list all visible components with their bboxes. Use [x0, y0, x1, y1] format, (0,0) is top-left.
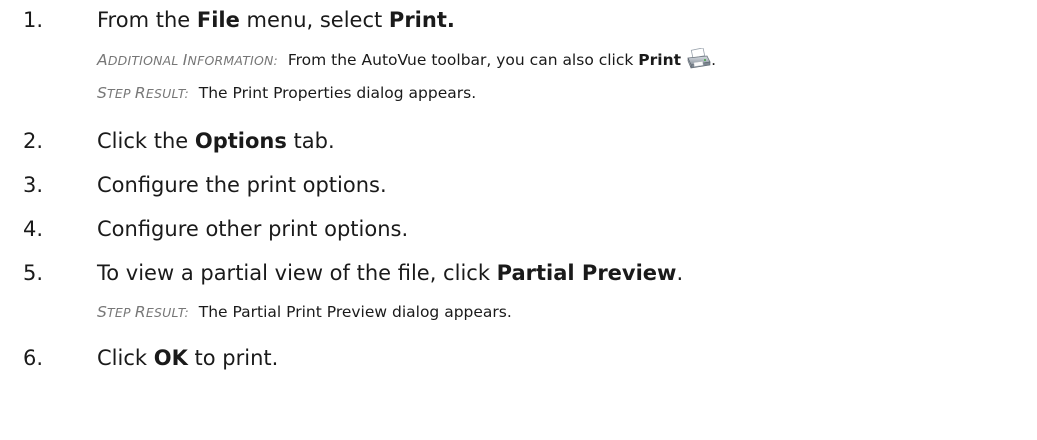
- step-text: Click OK to print.: [97, 343, 278, 373]
- step-text-part: to print.: [187, 346, 279, 370]
- step-text-part: menu, select: [239, 8, 389, 32]
- label-cap: R: [134, 84, 146, 102]
- label-rest: TEP: [107, 305, 135, 320]
- print-button-label: Print: [638, 51, 682, 69]
- additional-information: ADDITIONAL INFORMATION: From the AutoVue…: [97, 47, 716, 72]
- step-result-label: STEP RESULT:: [97, 303, 189, 321]
- step-text-part: Click: [97, 346, 154, 370]
- step-text-part: To view a partial view of the file, clic…: [97, 261, 497, 285]
- label-rest: DDITIONAL: [107, 53, 183, 68]
- printer-icon: [685, 47, 711, 70]
- label-cap: S: [97, 84, 108, 102]
- step-result: STEP RESULT: The Print Properties dialog…: [97, 81, 476, 105]
- step-result: STEP RESULT: The Partial Print Preview d…: [97, 300, 512, 324]
- file-menu-label: File: [196, 8, 240, 32]
- step-number: 4.: [23, 217, 44, 241]
- partial-preview-label: Partial Preview: [496, 261, 677, 285]
- label-cap: R: [134, 303, 146, 321]
- step-result-value: The Print Properties dialog appears.: [198, 84, 477, 102]
- step-text-part: From the: [97, 8, 197, 32]
- step-text-part: .: [676, 261, 684, 285]
- label-cap: S: [97, 303, 108, 321]
- step-number: 2.: [23, 129, 44, 153]
- step-number: 3.: [23, 173, 44, 197]
- additional-information-label: ADDITIONAL INFORMATION:: [97, 51, 278, 69]
- step-number: 6.: [23, 346, 44, 370]
- step-result-value: The Partial Print Preview dialog appears…: [198, 303, 512, 321]
- label-rest: NFORMATION:: [187, 53, 278, 68]
- step-text: From the File menu, select Print.: [97, 5, 455, 35]
- print-command-label: Print.: [388, 8, 455, 32]
- additional-text-part: From the AutoVue toolbar, you can also c…: [287, 51, 639, 69]
- step-result-text: The Print Properties dialog appears.: [194, 84, 476, 102]
- step-text-part: tab.: [286, 129, 335, 153]
- step-text-part: Click the: [97, 129, 195, 153]
- step-number: 5.: [23, 261, 44, 285]
- step-number: 1.: [23, 8, 44, 32]
- step-text: Configure other print options.: [97, 217, 409, 241]
- step-text: Configure the print options.: [97, 173, 387, 197]
- label-rest: ESULT:: [145, 305, 189, 320]
- ok-button-label: OK: [153, 346, 188, 370]
- label-cap: A: [97, 51, 108, 69]
- label-rest: ESULT:: [145, 86, 189, 101]
- step-result-label: STEP RESULT:: [97, 84, 189, 102]
- label-rest: TEP: [107, 86, 135, 101]
- additional-text-part: .: [711, 51, 716, 69]
- step-text: Click the Options tab.: [97, 126, 335, 156]
- step-text: To view a partial view of the file, clic…: [97, 258, 683, 288]
- step-result-text: The Partial Print Preview dialog appears…: [194, 303, 512, 321]
- options-tab-label: Options: [194, 129, 287, 153]
- additional-information-text: From the AutoVue toolbar, you can also c…: [283, 47, 716, 70]
